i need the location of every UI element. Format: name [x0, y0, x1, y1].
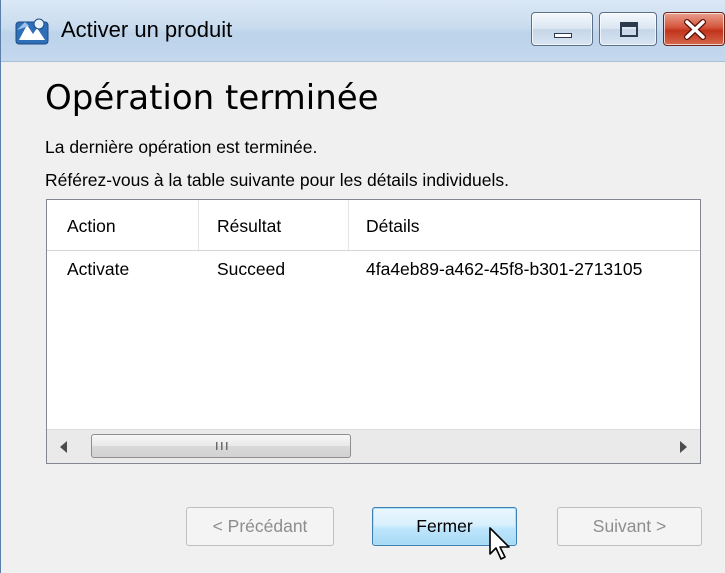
results-table[interactable]: Action Résultat Détails Activate Succeed… [46, 199, 701, 464]
maximize-icon [620, 22, 638, 37]
horizontal-scrollbar[interactable] [47, 429, 700, 463]
scroll-left-button[interactable] [47, 430, 81, 463]
table-header: Action Résultat Détails [47, 200, 700, 251]
close-icon [684, 19, 706, 40]
minimize-button[interactable] [531, 12, 593, 46]
column-header-action[interactable]: Action [47, 200, 199, 250]
column-header-details[interactable]: Détails [349, 200, 700, 250]
instruction-text: Référez-vous à la table suivante pour le… [45, 170, 510, 190]
maximize-button[interactable] [599, 12, 657, 46]
next-button[interactable]: Suivant > [557, 507, 702, 546]
cell-result: Succeed [217, 259, 286, 279]
grip-icon [216, 442, 228, 450]
table-row[interactable]: Activate Succeed 4fa4eb89-a462-45f8-b301… [47, 252, 700, 286]
previous-button[interactable]: < Précédant [186, 507, 334, 546]
status-text: La dernière opération est terminée. [45, 137, 318, 157]
column-header-result[interactable]: Résultat [199, 200, 349, 250]
cell-details: 4fa4eb89-a462-45f8-b301-2713105 [366, 259, 643, 279]
title-bar[interactable]: Activer un produit [1, 0, 725, 62]
scroll-right-button[interactable] [666, 430, 700, 463]
app-icon [15, 16, 49, 46]
mouse-cursor-icon [489, 527, 510, 560]
close-window-button[interactable] [663, 12, 725, 46]
cell-action: Activate [67, 259, 130, 279]
page-title: Opération terminée [45, 78, 379, 118]
minimize-icon [554, 33, 572, 38]
scroll-right-arrow-icon [680, 441, 687, 453]
window-title: Activer un produit [61, 17, 233, 42]
scroll-left-arrow-icon [60, 441, 67, 453]
scrollbar-thumb[interactable] [91, 434, 351, 458]
activation-dialog: Activer un produit Opération terminée La… [0, 0, 725, 573]
